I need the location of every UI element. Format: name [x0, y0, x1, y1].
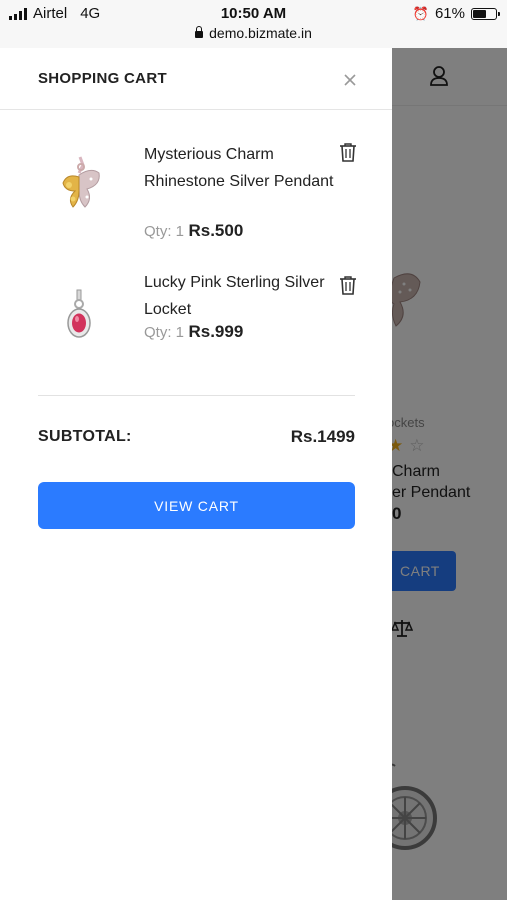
item-quantity: Qty: 1 — [144, 223, 185, 240]
pink-locket-image — [67, 289, 91, 338]
battery-percent: 61% — [434, 5, 465, 22]
item-image[interactable] — [38, 275, 120, 357]
cart-title: SHOPPING CART — [38, 70, 167, 87]
view-cart-button[interactable]: VIEW CART — [38, 482, 355, 529]
item-image[interactable] — [38, 147, 120, 229]
drawer-header: SHOPPING CART — [0, 48, 392, 110]
item-meta: Qty: 1 Rs.500 — [144, 221, 243, 241]
status-right: ⏰ 61% — [412, 5, 500, 22]
item-name[interactable]: Lucky Pink Sterling Silver Locket — [144, 269, 334, 323]
trash-icon[interactable] — [339, 275, 357, 295]
item-name[interactable]: Mysterious Charm Rhinestone Silver Penda… — [144, 141, 334, 195]
item-quantity: Qty: 1 — [144, 324, 185, 341]
divider — [38, 395, 355, 396]
alarm-icon: ⏰ — [412, 5, 429, 21]
item-price: Rs.999 — [188, 322, 244, 341]
cart-drawer: SHOPPING CART Mysterious Charm Rhineston… — [0, 48, 392, 900]
cart-item: Lucky Pink Sterling Silver Locket Qty: 1… — [38, 270, 358, 360]
close-icon — [344, 74, 356, 86]
status-bar: Airtel 4G 10:50 AM demo.bizmate.in ⏰ 61% — [0, 0, 507, 48]
item-meta: Qty: 1 Rs.999 — [144, 322, 243, 342]
close-button[interactable] — [340, 70, 360, 90]
butterfly-pendant-image — [62, 156, 100, 208]
battery-icon — [471, 7, 500, 20]
cart-item: Mysterious Charm Rhinestone Silver Penda… — [38, 142, 358, 252]
subtotal-label: SUBTOTAL: — [38, 428, 132, 445]
url-text: demo.bizmate.in — [209, 25, 312, 41]
lock-icon — [195, 26, 204, 38]
item-price: Rs.500 — [188, 221, 244, 240]
address-bar[interactable]: demo.bizmate.in — [0, 25, 507, 41]
subtotal-value: Rs.1499 — [290, 427, 355, 446]
trash-icon[interactable] — [339, 142, 357, 162]
